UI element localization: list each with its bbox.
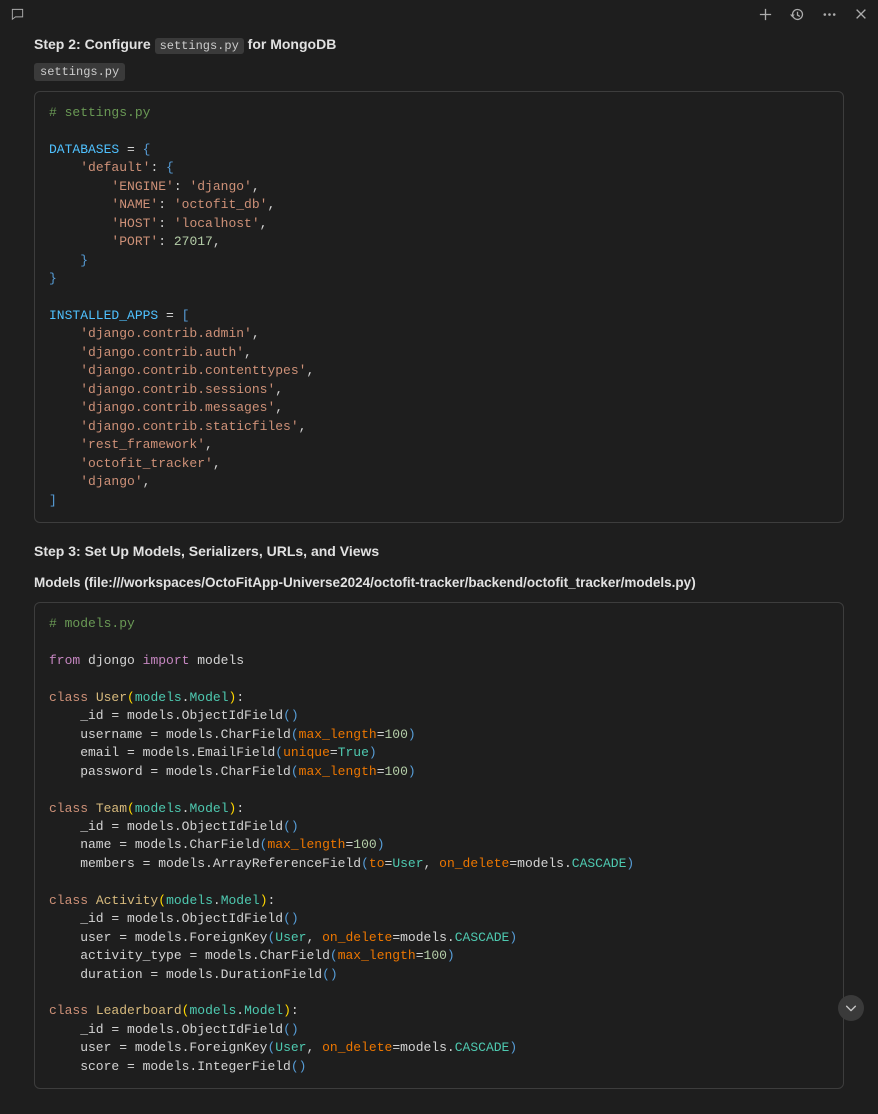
step3-subheading: Models (file:///workspaces/OctoFitApp-Un…: [34, 575, 844, 590]
comment-icon[interactable]: [8, 5, 26, 23]
close-icon[interactable]: [852, 5, 870, 23]
step2-prefix: Step 2: Configure: [34, 36, 155, 52]
scroll-down-button[interactable]: [838, 995, 864, 1021]
plus-icon[interactable]: [756, 5, 774, 23]
chat-content: Step 2: Configure settings.py for MongoD…: [0, 28, 878, 1114]
ellipsis-icon[interactable]: [820, 5, 838, 23]
file-chip-settings[interactable]: settings.py: [34, 63, 125, 81]
code-block-models: # models.py from djongo import models cl…: [34, 602, 844, 1089]
step2-suffix: for MongoDB: [244, 36, 337, 52]
step3-heading: Step 3: Set Up Models, Serializers, URLs…: [34, 543, 844, 559]
step2-chip: settings.py: [155, 38, 244, 54]
editor-toolbar: [0, 0, 878, 28]
code-block-settings: # settings.py DATABASES = { 'default': {…: [34, 91, 844, 523]
step2-heading: Step 2: Configure settings.py for MongoD…: [34, 36, 844, 53]
history-icon[interactable]: [788, 5, 806, 23]
